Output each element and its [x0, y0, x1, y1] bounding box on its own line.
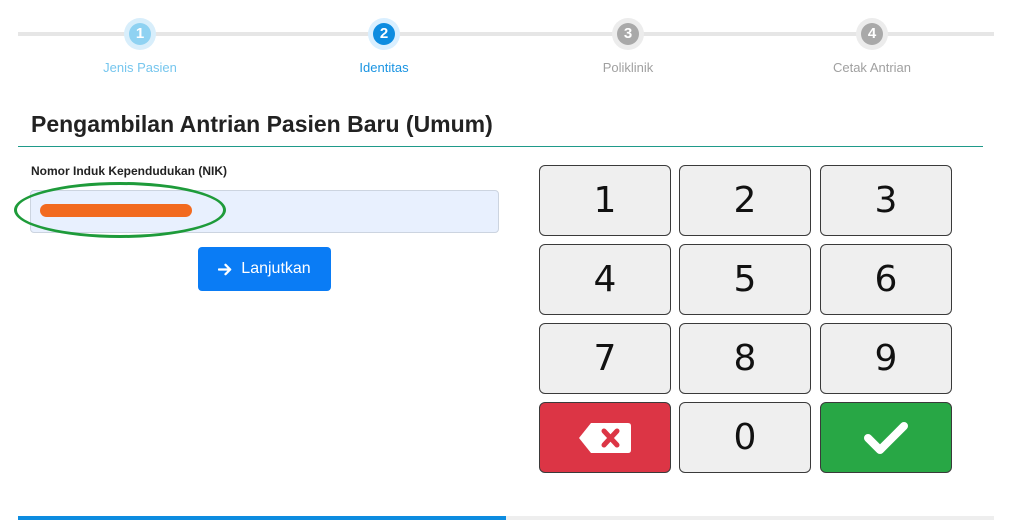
step-label: Cetak Antrian — [832, 60, 912, 75]
step-number: 3 — [617, 23, 639, 45]
step-jenis-pasien: 1 Jenis Pasien — [60, 18, 220, 75]
title-divider — [18, 146, 983, 147]
arrow-right-icon — [218, 263, 232, 275]
keypad-key-0[interactable]: 0 — [679, 402, 811, 473]
step-circle: 4 — [856, 18, 888, 50]
keypad-key-6[interactable]: 6 — [820, 244, 952, 315]
step-label: Identitas — [359, 60, 409, 75]
progress-bar-fill — [18, 516, 506, 520]
step-cetak-antrian: 4 Cetak Antrian — [792, 18, 952, 75]
page-title: Pengambilan Antrian Pasien Baru (Umum) — [31, 111, 493, 137]
step-circle: 1 — [124, 18, 156, 50]
keypad-key-5[interactable]: 5 — [679, 244, 811, 315]
step-label: Jenis Pasien — [103, 60, 177, 75]
keypad-key-8[interactable]: 8 — [679, 323, 811, 394]
keypad-key-7[interactable]: 7 — [539, 323, 671, 394]
progress-bar — [18, 516, 994, 520]
check-icon — [864, 421, 908, 454]
keypad-confirm-button[interactable] — [820, 402, 952, 473]
step-number: 4 — [861, 23, 883, 45]
continue-button-label: Lanjutkan — [241, 260, 311, 277]
keypad-delete-button[interactable] — [539, 402, 671, 473]
step-poliklinik: 3 Poliklinik — [548, 18, 708, 75]
step-label: Poliklinik — [602, 60, 654, 75]
keypad-key-2[interactable]: 2 — [679, 165, 811, 236]
backspace-icon — [579, 422, 631, 453]
keypad-key-9[interactable]: 9 — [820, 323, 952, 394]
keypad-key-1[interactable]: 1 — [539, 165, 671, 236]
progress-stepper: 1 Jenis Pasien 2 Identitas 3 Poliklinik … — [18, 18, 994, 78]
step-identitas: 2 Identitas — [304, 18, 464, 75]
highlight-ellipse — [14, 182, 226, 238]
step-circle: 3 — [612, 18, 644, 50]
step-number: 1 — [129, 23, 151, 45]
keypad-key-3[interactable]: 3 — [820, 165, 952, 236]
keypad-key-4[interactable]: 4 — [539, 244, 671, 315]
step-circle: 2 — [368, 18, 400, 50]
nik-label: Nomor Induk Kependudukan (NIK) — [31, 164, 227, 178]
step-number: 2 — [373, 23, 395, 45]
continue-button[interactable]: Lanjutkan — [198, 247, 331, 291]
